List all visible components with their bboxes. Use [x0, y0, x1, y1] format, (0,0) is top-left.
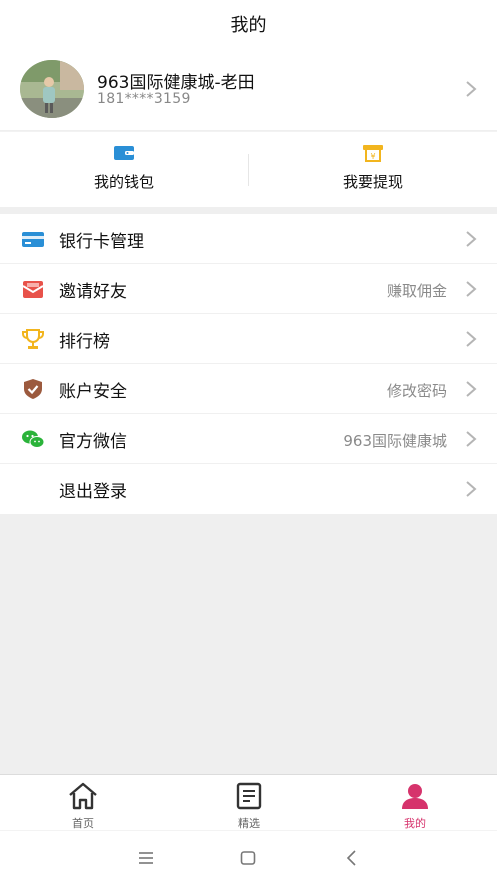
trophy-icon: [21, 327, 45, 351]
menu-item-label: 退出登录: [59, 482, 127, 502]
chevron-right-icon: [465, 80, 477, 98]
document-icon: [233, 782, 265, 810]
shield-icon: [21, 377, 45, 401]
profile-phone: 181****3159: [97, 91, 191, 107]
menu-item-value: 修改密码: [386, 382, 447, 400]
avatar[interactable]: [20, 60, 84, 118]
tab-label: 首页: [72, 817, 94, 830]
menu-item-logout[interactable]: 退出登录: [0, 464, 497, 514]
menu-item-bank-card[interactable]: 银行卡管理: [0, 214, 497, 264]
menu-item-label: 排行榜: [59, 332, 110, 352]
settings-menu: 银行卡管理 邀请好友 赚取佣金 排行榜 账户安全 修改密码 官方微信 963国际…: [0, 214, 497, 514]
chevron-right-icon: [465, 280, 477, 298]
my-wallet-label: 我的钱包: [93, 173, 154, 191]
menu-icon[interactable]: [136, 848, 156, 868]
withdraw-label: 我要提现: [342, 173, 403, 191]
tab-mine[interactable]: 我的: [332, 775, 497, 831]
menu-item-value: 963国际健康城: [343, 432, 447, 450]
menu-item-label: 邀请好友: [59, 282, 127, 302]
menu-item-label: 银行卡管理: [59, 232, 144, 252]
tab-label: 精选: [238, 817, 260, 830]
chevron-right-icon: [465, 230, 477, 248]
menu-item-invite-friends[interactable]: 邀请好友 赚取佣金: [0, 264, 497, 314]
profile-name: 963国际健康城-老田: [97, 73, 255, 93]
system-nav-bar: [0, 830, 497, 883]
page-title: 我的: [230, 15, 267, 36]
tab-label: 我的: [404, 817, 426, 830]
profile-card[interactable]: 963国际健康城-老田 181****3159: [0, 48, 497, 130]
page-header: 我的: [0, 0, 497, 48]
wallet-section: 我的钱包 ¥ 我要提现: [0, 131, 497, 207]
chevron-right-icon: [465, 480, 477, 498]
withdraw-button[interactable]: ¥ 我要提现: [249, 132, 497, 208]
tab-home[interactable]: 首页: [0, 775, 166, 831]
bottom-tab-bar: 首页 精选 我的: [0, 774, 497, 830]
menu-item-value: 赚取佣金: [386, 282, 447, 300]
my-wallet-button[interactable]: 我的钱包: [0, 132, 248, 208]
withdraw-icon: ¥: [362, 144, 384, 162]
svg-text:¥: ¥: [370, 152, 375, 161]
tab-featured[interactable]: 精选: [166, 775, 332, 831]
envelope-icon: [21, 277, 45, 301]
chevron-right-icon: [465, 430, 477, 448]
wallet-icon: [113, 144, 135, 162]
menu-item-label: 官方微信: [59, 432, 127, 452]
wechat-icon: [21, 427, 45, 451]
menu-item-account-security[interactable]: 账户安全 修改密码: [0, 364, 497, 414]
chevron-right-icon: [465, 380, 477, 398]
home-icon: [67, 782, 99, 810]
menu-item-leaderboard[interactable]: 排行榜: [0, 314, 497, 364]
back-icon[interactable]: [342, 848, 362, 868]
bank-card-icon: [21, 227, 45, 251]
user-icon: [399, 782, 431, 810]
menu-item-official-wechat[interactable]: 官方微信 963国际健康城: [0, 414, 497, 464]
menu-item-label: 账户安全: [59, 382, 127, 402]
home-square-icon[interactable]: [238, 848, 258, 868]
chevron-right-icon: [465, 330, 477, 348]
